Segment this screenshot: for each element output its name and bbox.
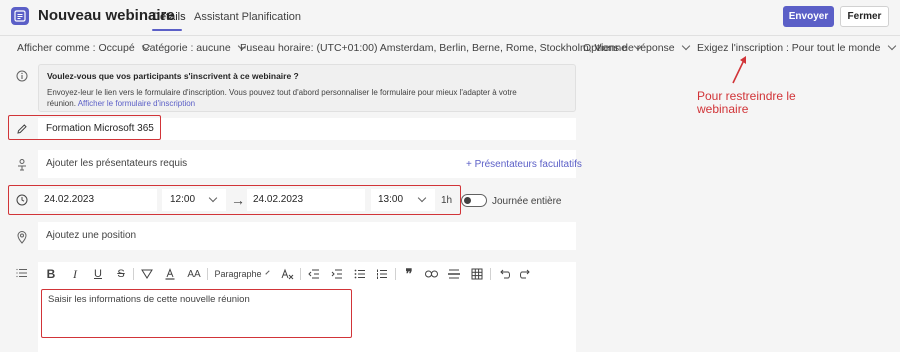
highlight-title bbox=[8, 115, 161, 140]
header: Nouveau webinaire Détails Assistant Plan… bbox=[0, 0, 900, 34]
registration-info-box: Voulez-vous que vos participants s'inscr… bbox=[38, 64, 576, 112]
reply-options-label: Options de réponse bbox=[583, 42, 675, 54]
font-color-icon[interactable] bbox=[163, 266, 177, 282]
font-size-icon[interactable]: AA bbox=[186, 266, 202, 282]
chevron-down-icon bbox=[887, 41, 896, 51]
highlight-icon[interactable] bbox=[140, 266, 154, 282]
paragraph-style-label: Paragraphe bbox=[214, 269, 262, 279]
link-icon[interactable] bbox=[424, 266, 438, 282]
active-tab-indicator bbox=[152, 29, 182, 31]
close-button[interactable]: Fermer bbox=[840, 6, 889, 27]
toggle-knob bbox=[464, 197, 471, 204]
category-dropdown[interactable]: Catégorie : aucune bbox=[142, 41, 246, 54]
registration-label: Exigez l'inscription : Pour tout le mond… bbox=[697, 42, 881, 54]
category-label: Catégorie : aucune bbox=[142, 42, 231, 54]
clear-formatting-icon[interactable] bbox=[280, 266, 294, 282]
timezone-dropdown[interactable]: Fuseau horaire: (UTC+01:00) Amsterdam, B… bbox=[240, 41, 643, 54]
location-placeholder: Ajoutez une position bbox=[46, 230, 137, 241]
reply-options-dropdown[interactable]: Options de réponse bbox=[583, 41, 690, 54]
annotation-arrow-icon bbox=[732, 56, 746, 84]
all-day-toggle[interactable] bbox=[461, 194, 487, 207]
chevron-down-icon bbox=[681, 41, 690, 51]
strikethrough-icon[interactable]: S bbox=[114, 266, 128, 282]
bulleted-list-icon[interactable] bbox=[353, 266, 367, 282]
all-day-label: Journée entière bbox=[492, 196, 562, 207]
redo-icon[interactable] bbox=[519, 266, 533, 282]
increase-indent-icon[interactable] bbox=[330, 266, 344, 282]
tab-scheduling-assistant[interactable]: Assistant Planification bbox=[194, 11, 301, 23]
highlight-description bbox=[41, 289, 352, 338]
table-icon[interactable] bbox=[470, 266, 484, 282]
quote-icon[interactable]: ❞ bbox=[402, 266, 416, 282]
optional-presenters-link[interactable]: + Présentateurs facultatifs bbox=[466, 159, 582, 170]
list-icon bbox=[14, 265, 30, 281]
info-icon bbox=[14, 68, 30, 84]
paragraph-style-dropdown[interactable]: Paragraphe bbox=[214, 266, 270, 282]
highlight-datetime bbox=[8, 185, 461, 215]
location-pin-icon bbox=[14, 229, 30, 245]
presenters-placeholder: Ajouter les présentateurs requis bbox=[46, 158, 188, 169]
horizontal-line-icon[interactable] bbox=[447, 266, 461, 282]
info-text: Envoyez-leur le lien vers le formulaire … bbox=[47, 87, 517, 109]
numbered-list-icon[interactable] bbox=[375, 266, 389, 282]
show-as-dropdown[interactable]: Afficher comme : Occupé bbox=[17, 41, 150, 54]
tab-details[interactable]: Détails bbox=[152, 11, 186, 23]
send-button[interactable]: Envoyer bbox=[783, 6, 834, 27]
underline-icon[interactable]: U bbox=[91, 266, 105, 282]
bold-icon[interactable]: B bbox=[44, 266, 58, 282]
registration-dropdown[interactable]: Exigez l'inscription : Pour tout le mond… bbox=[697, 41, 896, 54]
undo-icon[interactable] bbox=[497, 266, 511, 282]
registration-form-link[interactable]: Afficher le formulaire d'inscription bbox=[78, 99, 195, 108]
calendar-app-icon bbox=[11, 7, 29, 25]
info-title: Voulez-vous que vos participants s'inscr… bbox=[47, 71, 299, 81]
toolbar-divider bbox=[395, 268, 396, 280]
toolbar-divider bbox=[207, 268, 208, 280]
toolbar-divider bbox=[133, 268, 134, 280]
options-bar: Afficher comme : Occupé Catégorie : aucu… bbox=[0, 35, 900, 59]
show-as-label: Afficher comme : Occupé bbox=[17, 42, 135, 54]
timezone-label: Fuseau horaire: (UTC+01:00) Amsterdam, B… bbox=[240, 42, 628, 54]
annotation-text: Pour restreindre le webinaire bbox=[697, 89, 796, 116]
italic-icon[interactable]: I bbox=[68, 266, 82, 282]
presenter-icon bbox=[14, 157, 30, 173]
toolbar-divider bbox=[300, 268, 301, 280]
toolbar-divider bbox=[490, 268, 491, 280]
decrease-indent-icon[interactable] bbox=[307, 266, 321, 282]
